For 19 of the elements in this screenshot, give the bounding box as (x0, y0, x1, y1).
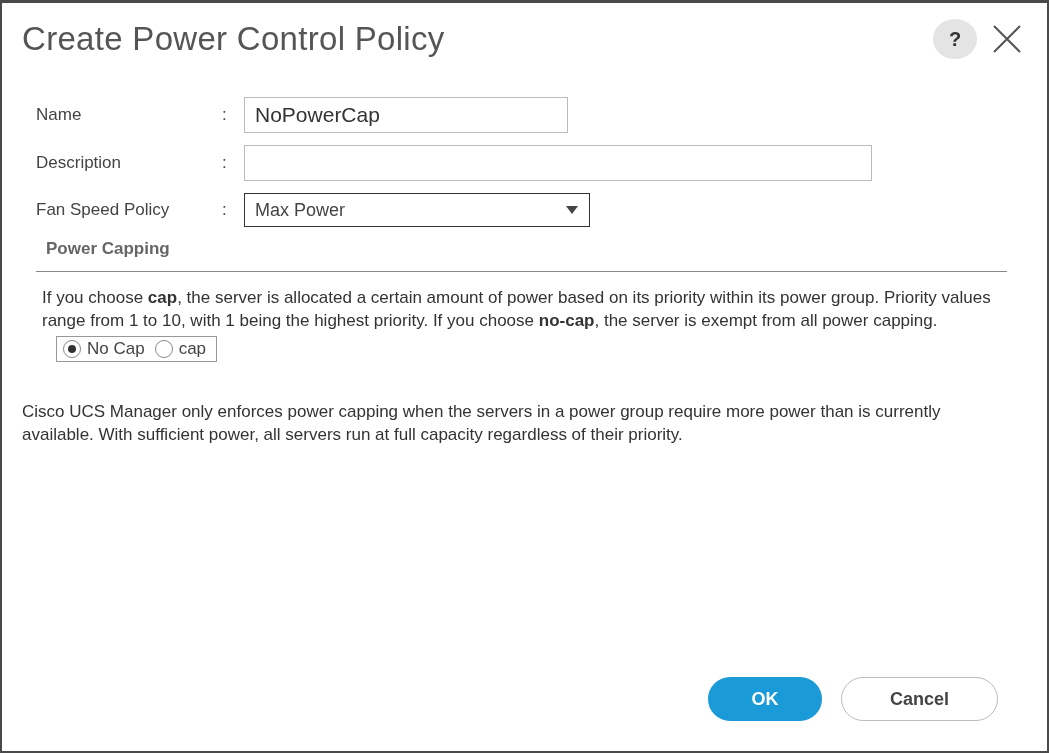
field-label: Name (36, 105, 83, 125)
section-heading: Power Capping (46, 239, 171, 259)
radio-option[interactable]: No Cap (63, 339, 145, 359)
text-field[interactable] (244, 145, 872, 181)
label-colon: : (222, 153, 228, 173)
caret-icon (565, 205, 579, 215)
cancel-button[interactable]: Cancel (841, 677, 998, 721)
label-colon: : (222, 105, 228, 125)
description-text: If you choose cap, the server is allocated a certain amount of power based on its priority within its power group. Priority values range from 1 to 10, with 1 being the highest priority. If you choose no-cap, the server is exempt from all power capping. (42, 287, 992, 332)
note-text: Cisco UCS Manager only enforces power capping when the servers in a power group require more power than is currently available. With sufficient power, all servers run at full capacity regardless of their priority. (22, 401, 942, 446)
dropdown[interactable]: Max Power (244, 193, 590, 227)
dialog-title: Create Power Control Policy (22, 20, 446, 58)
field-label: Fan Speed Policy (36, 200, 171, 220)
close-icon[interactable] (991, 23, 1023, 55)
label-colon: : (222, 200, 228, 220)
text-field[interactable]: NoPowerCap (244, 97, 568, 133)
help-button[interactable]: ? (933, 19, 977, 59)
field-label: Description (36, 153, 123, 173)
radio-option[interactable]: cap (154, 339, 207, 359)
